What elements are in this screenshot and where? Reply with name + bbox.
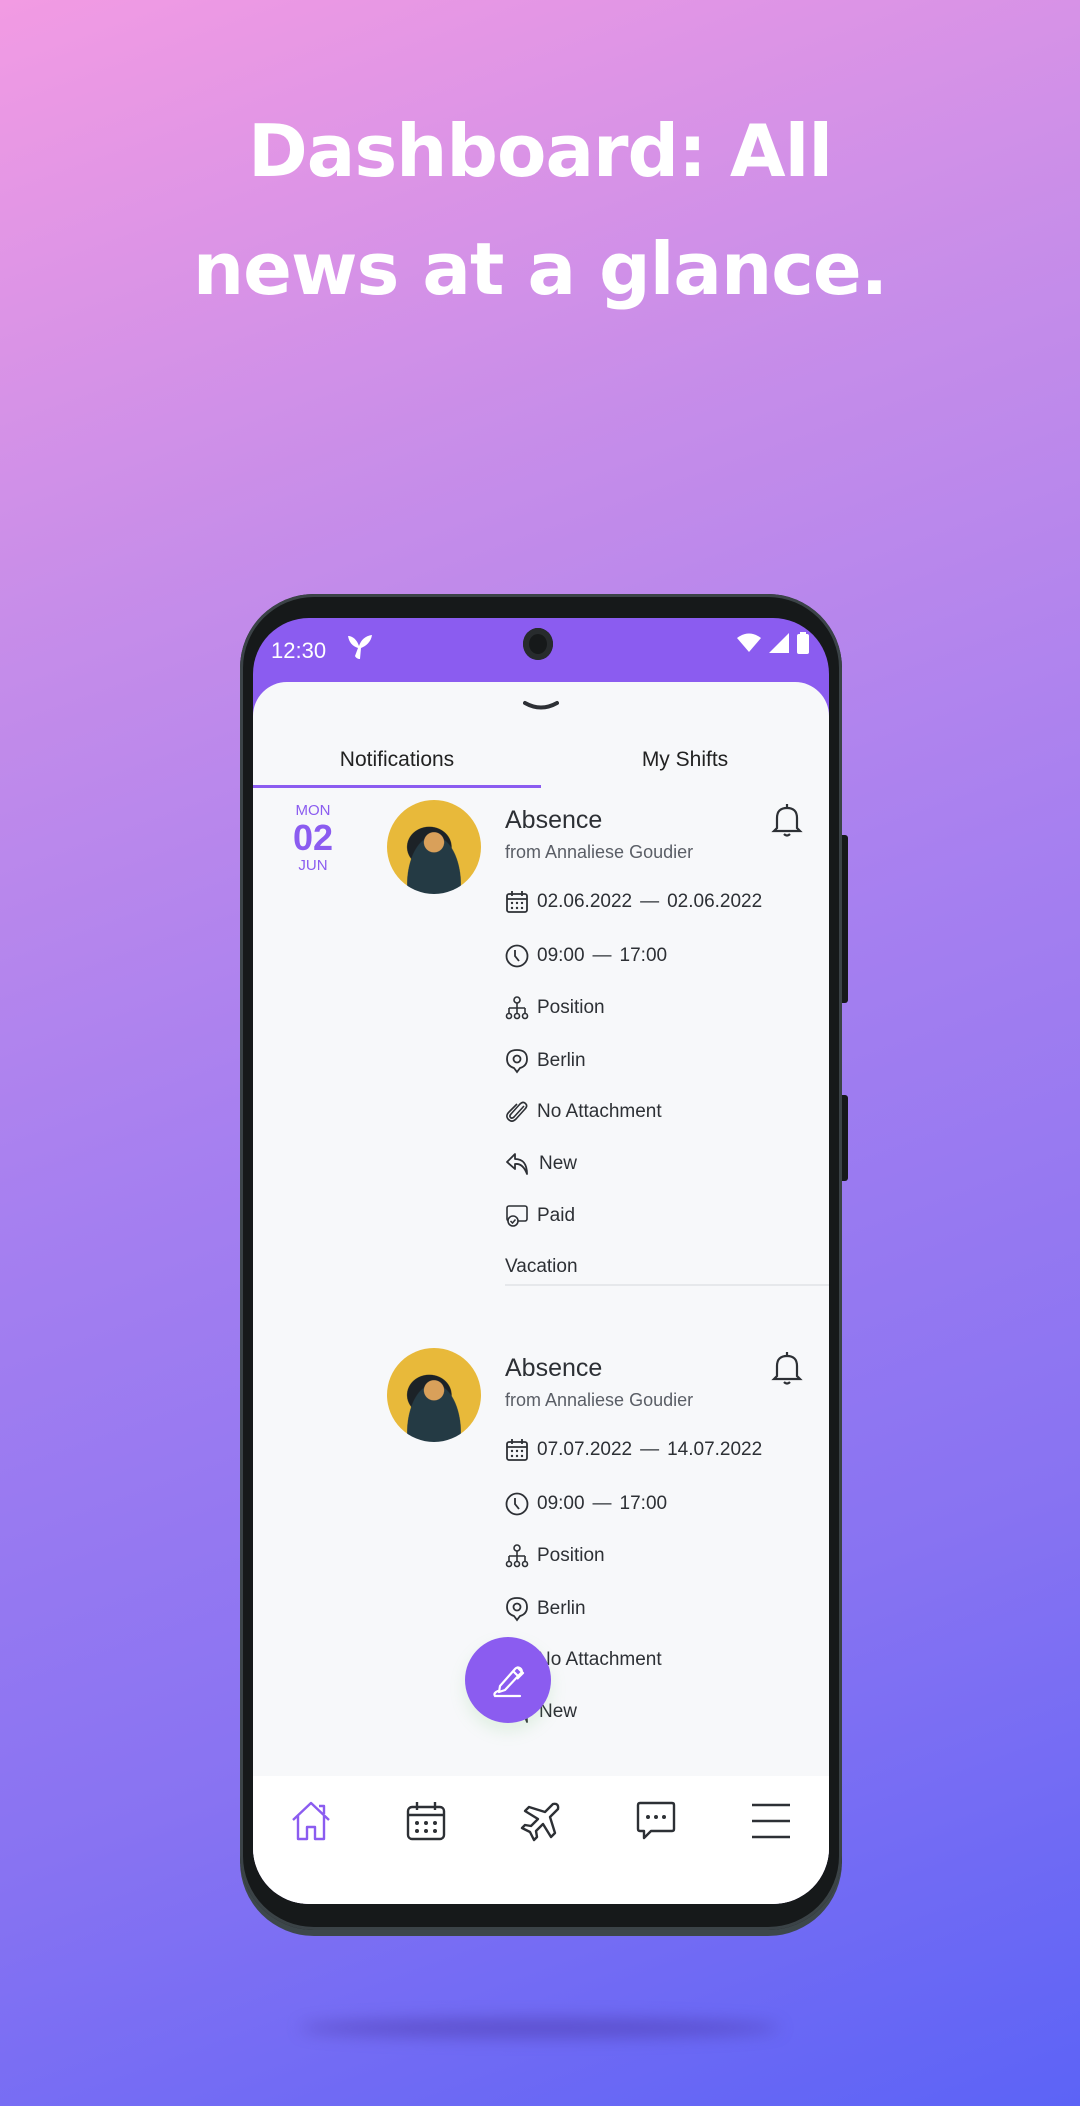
detail-time-range: 09:00 — 17:00 xyxy=(505,1492,667,1516)
nav-messages[interactable] xyxy=(626,1796,686,1846)
card-title: Absence xyxy=(505,806,603,834)
status-bar: 12:30 xyxy=(253,618,829,683)
calendar-icon xyxy=(406,1802,445,1841)
chat-icon xyxy=(636,1801,676,1840)
airplane-icon xyxy=(520,1802,560,1842)
nav-home[interactable] xyxy=(281,1796,341,1846)
date-month: JUN xyxy=(298,857,328,874)
volume-button xyxy=(842,835,848,1003)
detail-location: Berlin xyxy=(505,1596,586,1622)
wifi-icon xyxy=(737,633,761,652)
position-label: Position xyxy=(537,1545,605,1566)
power-button xyxy=(842,1095,848,1181)
payment-label: Paid xyxy=(537,1205,576,1226)
status-time: 12:30 xyxy=(271,638,327,663)
detail-time-range: 09:00 — 17:00 xyxy=(505,944,667,968)
location-label: Berlin xyxy=(537,1598,586,1619)
card-subtitle: from Annaliese Goudier xyxy=(505,1390,694,1410)
detail-location: Berlin xyxy=(505,1048,586,1074)
menu-icon xyxy=(752,1803,791,1839)
bell-icon[interactable] xyxy=(771,1350,803,1386)
nav-absences[interactable] xyxy=(511,1796,571,1846)
status-label: New xyxy=(539,1153,578,1174)
status-icons xyxy=(737,632,809,654)
bell-icon[interactable] xyxy=(771,802,803,838)
detail-date-range: 07.07.2022 — 14.07.2022 xyxy=(505,1438,762,1462)
new-request-fab[interactable] xyxy=(465,1637,551,1723)
signal-icon xyxy=(769,633,789,653)
pen-icon xyxy=(493,1666,525,1698)
card-subtitle: from Annaliese Goudier xyxy=(505,842,694,862)
hierarchy-icon xyxy=(505,996,529,1020)
date-header: MON 02 JUN xyxy=(289,802,337,874)
date-separator: — xyxy=(640,1439,660,1460)
date-day: 02 xyxy=(292,817,334,858)
date-start: 02.06.2022 xyxy=(537,891,633,912)
hierarchy-icon xyxy=(505,1544,529,1568)
paid-icon xyxy=(506,1205,528,1227)
card-divider xyxy=(505,1284,829,1286)
card-title: Absence xyxy=(505,1354,603,1382)
clock-icon xyxy=(505,944,529,968)
date-start: 07.07.2022 xyxy=(537,1439,633,1460)
paperclip-icon xyxy=(506,1101,528,1122)
time-end: 17:00 xyxy=(619,1493,668,1514)
location-pin-icon xyxy=(506,1049,528,1074)
clock-icon xyxy=(505,1492,529,1516)
phone-frame: 12:30 Notifications My Shifts MON 02 JUN xyxy=(240,594,842,1930)
date-end: 14.07.2022 xyxy=(667,1439,763,1460)
time-separator: — xyxy=(592,945,612,966)
date-end: 02.06.2022 xyxy=(667,891,763,912)
battery-icon xyxy=(797,632,809,654)
calendar-icon xyxy=(506,1439,528,1461)
app-logo-icon xyxy=(345,632,375,670)
tab-bar: Notifications My Shifts xyxy=(253,736,829,788)
attachment-label: No Attachment xyxy=(537,1101,662,1122)
detail-position: Position xyxy=(505,1544,605,1568)
sheet-handle-icon[interactable] xyxy=(523,700,559,712)
status-label: New xyxy=(539,1701,578,1722)
location-label: Berlin xyxy=(537,1050,586,1071)
avatar xyxy=(387,1348,481,1442)
phone-screen: 12:30 Notifications My Shifts MON 02 JUN xyxy=(253,618,829,1904)
detail-attachment: No Attachment xyxy=(505,1100,662,1124)
notifications-sheet: Notifications My Shifts MON 02 JUN Absen… xyxy=(253,682,829,1904)
location-pin-icon xyxy=(506,1597,528,1622)
reply-icon xyxy=(506,1153,528,1175)
detail-status: New xyxy=(505,1152,577,1176)
time-end: 17:00 xyxy=(619,945,668,966)
detail-payment: Paid xyxy=(505,1204,575,1228)
detail-position: Position xyxy=(505,996,605,1020)
time-start: 09:00 xyxy=(537,945,585,966)
nav-calendar[interactable] xyxy=(396,1796,456,1846)
nav-menu[interactable] xyxy=(741,1796,801,1846)
time-separator: — xyxy=(592,1493,612,1514)
time-start: 09:00 xyxy=(537,1493,585,1514)
absence-type: Vacation xyxy=(505,1256,578,1277)
headline-line-1: Dashboard: All xyxy=(247,109,833,193)
front-camera xyxy=(523,628,553,660)
tab-notifications[interactable]: Notifications xyxy=(253,736,541,788)
attachment-label: No Attachment xyxy=(537,1649,662,1670)
headline-line-2: news at a glance. xyxy=(192,227,888,311)
date-separator: — xyxy=(640,891,660,912)
position-label: Position xyxy=(537,997,605,1018)
detail-date-range: 02.06.2022 — 02.06.2022 xyxy=(505,890,762,914)
headline: Dashboard: All news at a glance. xyxy=(0,92,1080,328)
calendar-icon xyxy=(506,891,528,913)
avatar xyxy=(387,800,481,894)
bottom-nav xyxy=(253,1776,829,1904)
home-icon xyxy=(291,1801,330,1841)
phone-shadow xyxy=(300,2018,780,2038)
tab-my-shifts[interactable]: My Shifts xyxy=(541,736,829,784)
